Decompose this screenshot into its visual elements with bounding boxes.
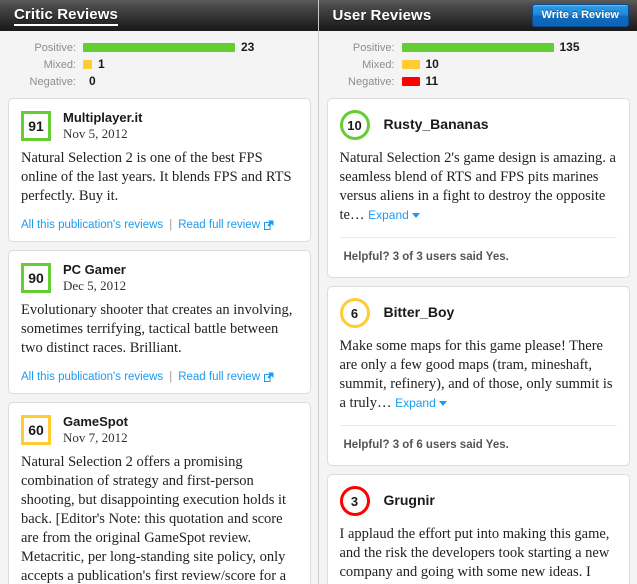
distribution-count: 23 [241, 40, 255, 54]
reviews-page: Critic Reviews Positive: 23 Mixed: 1 Negativ… [0, 0, 637, 584]
userscore-badge: 6 [339, 298, 370, 328]
publication-name[interactable]: GameSpot [63, 414, 128, 430]
distribution-count: 135 [559, 40, 580, 54]
distribution-count: 11 [425, 74, 439, 88]
user-reviews-header: User Reviews Write a Review [318, 0, 637, 31]
user-review-card: 10 Rusty_Bananas Natural Selection 2's gam… [326, 98, 630, 278]
user-review-card: 6 Bitter_Boy Make some maps for this game … [326, 286, 630, 466]
distribution-row: Positive: 23 [0, 40, 318, 55]
review-quote: Make some maps for this game please! The… [340, 337, 617, 413]
critic-review-header: 91 Multiplayer.it Nov 5, 2012 [21, 109, 298, 142]
distribution-bar [401, 43, 554, 52]
critic-review-header: 60 GameSpot Nov 7, 2012 [21, 413, 298, 446]
user-score-distribution: Positive: 135 Mixed: 10 Negative: 11 [319, 31, 637, 98]
review-quote: Natural Selection 2 is one of the best F… [21, 150, 292, 204]
user-reviews-column: User Reviews Write a Review Positive: 135… [317, 0, 637, 584]
critic-review-list: 91 Multiplayer.it Nov 5, 2012 Natural Selec… [0, 98, 318, 584]
distribution-bar [83, 43, 235, 52]
review-quote-text: Make some maps for this game please! The… [339, 338, 613, 411]
review-date: Nov 7, 2012 [63, 430, 128, 445]
critic-review-card: 90 PC Gamer Dec 5, 2012 Evolutionary shoote… [8, 250, 311, 394]
critic-review-meta: PC Gamer Dec 5, 2012 [63, 261, 126, 294]
external-link-icon[interactable] [264, 372, 274, 382]
all-publication-reviews-link[interactable]: All this publication's reviews [21, 371, 163, 383]
review-quote: I applaud the effort put into making thi… [340, 525, 617, 584]
distribution-count: 0 [89, 74, 96, 88]
critic-review-links: All this publication's reviews | Read full… [21, 371, 298, 383]
review-date: Dec 5, 2012 [63, 278, 127, 293]
critic-reviews-header: Critic Reviews [0, 0, 318, 31]
user-review-header: 10 Rusty_Bananas [339, 109, 617, 140]
distribution-row: Negative: 0 [0, 74, 318, 89]
critic-review-header: 90 PC Gamer Dec 5, 2012 [21, 261, 298, 294]
user-review-header: 6 Bitter_Boy [339, 297, 617, 328]
distribution-label: Negative: [29, 75, 76, 88]
user-review-card: 3 Grugnir I applaud the effort put into ma… [326, 474, 630, 584]
review-quote: Evolutionary shooter that creates an inv… [21, 302, 293, 356]
distribution-label: Mixed: [362, 58, 395, 71]
user-reviews-title: User Reviews [332, 6, 432, 24]
helpful-text: Helpful? 3 of 3 users said Yes. [343, 251, 509, 263]
user-review-header: 3 Grugnir [339, 485, 617, 516]
expand-review-link[interactable]: Expand [395, 396, 447, 410]
username[interactable]: Bitter_Boy [384, 297, 455, 327]
expand-review-link[interactable]: Expand [368, 208, 420, 222]
userscore-badge: 10 [339, 110, 370, 140]
critic-reviews-column: Critic Reviews Positive: 23 Mixed: 1 Negativ… [0, 0, 318, 584]
expand-label: Expand [368, 208, 409, 222]
read-full-review-link[interactable]: Read full review [178, 371, 260, 383]
distribution-bar [83, 60, 92, 69]
expand-label: Expand [395, 396, 436, 410]
metascore-badge: 60 [21, 415, 51, 445]
distribution-label: Mixed: [43, 58, 76, 71]
critic-review-card: 91 Multiplayer.it Nov 5, 2012 Natural Selec… [8, 98, 311, 242]
publication-name[interactable]: Multiplayer.it [63, 110, 142, 126]
helpful-section: Helpful? 3 of 6 users said Yes. [339, 425, 617, 461]
write-a-review-button[interactable]: Write a Review [531, 4, 629, 27]
distribution-row: Mixed: 1 [0, 57, 318, 72]
distribution-label: Positive: [34, 41, 76, 54]
review-quote: Natural Selection 2 offers a promising c… [21, 454, 287, 584]
metascore-badge: 90 [21, 263, 51, 293]
chevron-down-icon [438, 401, 447, 406]
read-full-review-link[interactable]: Read full review [178, 219, 260, 231]
distribution-row: Positive: 135 [319, 40, 637, 55]
external-link-icon[interactable] [264, 220, 274, 230]
username[interactable]: Grugnir [384, 485, 435, 515]
critic-reviews-title: Critic Reviews [14, 6, 118, 26]
userscore-badge: 3 [339, 486, 370, 516]
critic-score-distribution: Positive: 23 Mixed: 1 Negative: 0 [0, 31, 318, 98]
user-review-list: 10 Rusty_Bananas Natural Selection 2's gam… [319, 98, 637, 584]
distribution-count: 10 [425, 57, 439, 71]
publication-name[interactable]: PC Gamer [63, 262, 126, 278]
review-quote: Natural Selection 2's game design is ama… [340, 149, 617, 225]
username[interactable]: Rusty_Bananas [384, 109, 489, 139]
link-separator: | [169, 371, 173, 383]
critic-review-links: All this publication's reviews | Read full… [21, 219, 298, 231]
distribution-count: 1 [98, 57, 105, 71]
distribution-row: Mixed: 10 [319, 57, 637, 72]
chevron-down-icon [411, 213, 420, 218]
review-quote-text: I applaud the effort put into making thi… [339, 526, 610, 584]
distribution-label: Positive: [352, 41, 395, 54]
helpful-text: Helpful? 3 of 6 users said Yes. [343, 439, 509, 451]
distribution-bar [401, 60, 420, 69]
all-publication-reviews-link[interactable]: All this publication's reviews [21, 219, 163, 231]
distribution-bar [401, 77, 420, 86]
link-separator: | [169, 219, 173, 231]
critic-review-meta: Multiplayer.it Nov 5, 2012 [63, 109, 142, 142]
critic-review-card: 60 GameSpot Nov 7, 2012 Natural Selection 2… [8, 402, 311, 584]
critic-review-meta: GameSpot Nov 7, 2012 [63, 413, 128, 446]
distribution-label: Negative: [348, 75, 395, 88]
review-date: Nov 5, 2012 [63, 126, 128, 141]
helpful-section: Helpful? 3 of 3 users said Yes. [339, 237, 617, 273]
distribution-row: Negative: 11 [319, 74, 637, 89]
metascore-badge: 91 [21, 111, 51, 141]
